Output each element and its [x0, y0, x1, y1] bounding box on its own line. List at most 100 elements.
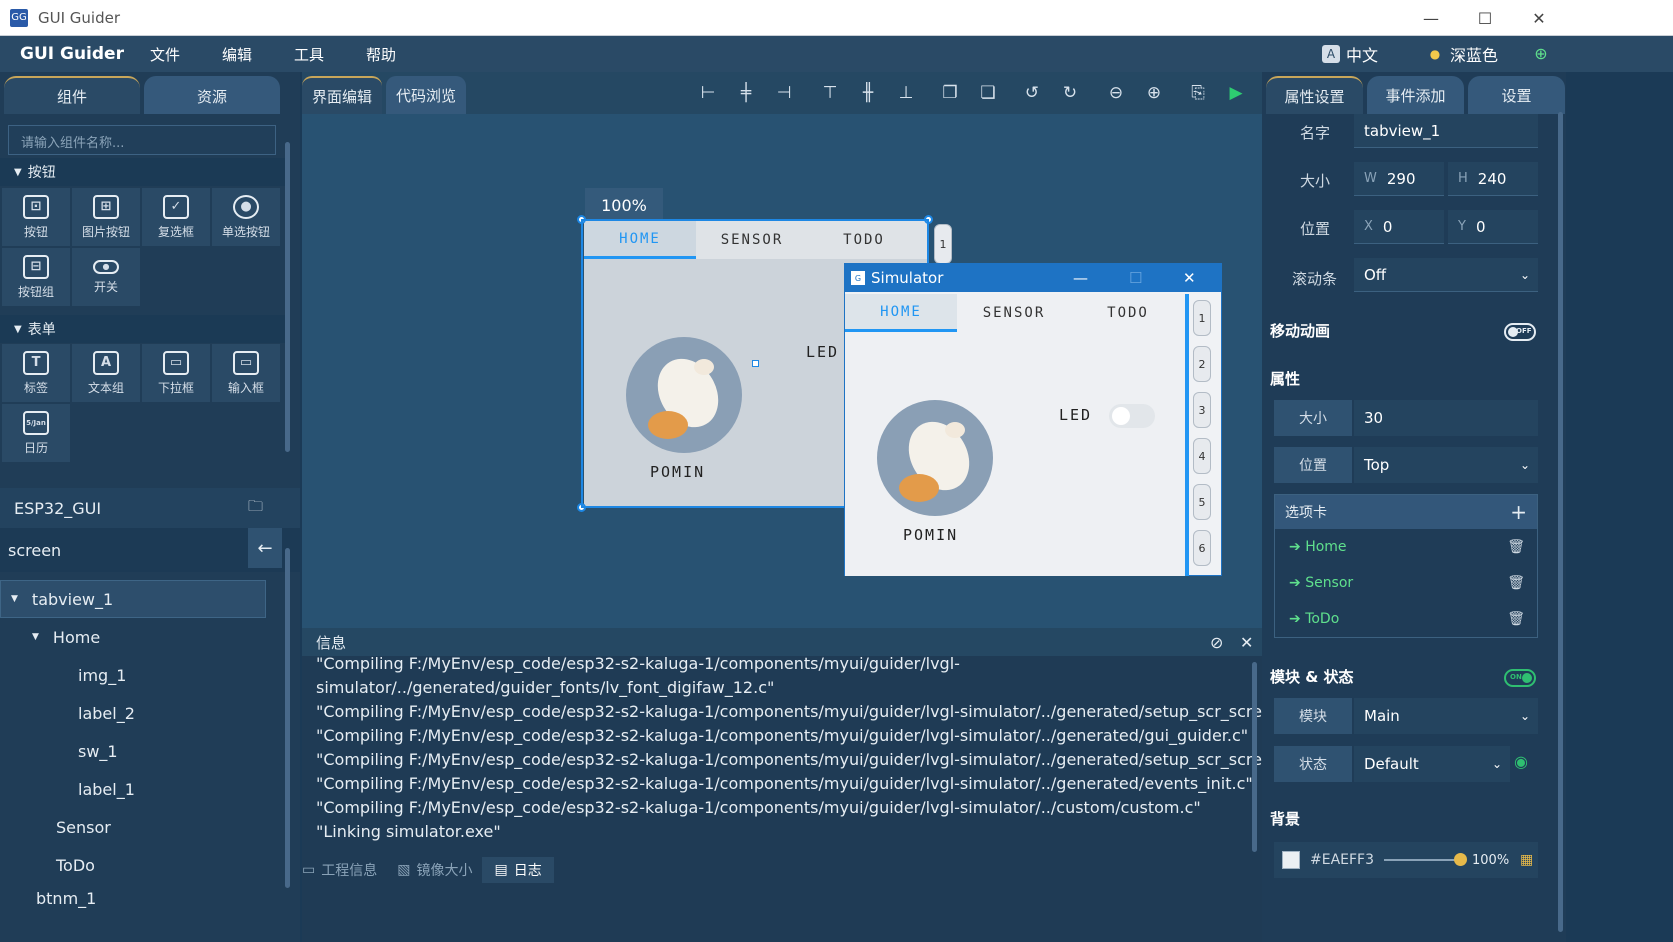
tab-events[interactable]: 事件添加	[1367, 76, 1464, 114]
sim-btnm-2[interactable]: 2	[1193, 346, 1211, 382]
y-input[interactable]: Y0	[1448, 210, 1538, 244]
sim-btnm-6[interactable]: 6	[1193, 530, 1211, 566]
simulator-maximize-button[interactable]: ☐	[1129, 269, 1142, 287]
widget-button-group[interactable]: ⊟ 按钮组	[2, 248, 70, 306]
menu-file[interactable]: 文件	[150, 44, 180, 65]
component-search-input[interactable]: 请输入组件名称...	[8, 125, 276, 155]
sim-led-switch[interactable]	[1109, 404, 1155, 428]
tree-item-tabview[interactable]: ▼ tabview_1	[0, 580, 266, 618]
resize-handle-bl[interactable]	[577, 503, 586, 512]
widget-checkbox[interactable]: ✓ 复选框	[142, 188, 210, 246]
editor-tab-todo[interactable]: TODO	[808, 221, 920, 259]
add-tab-icon[interactable]: +	[1510, 500, 1527, 524]
editor-tab-sensor[interactable]: SENSOR	[696, 221, 808, 259]
sim-tab-home[interactable]: HOME	[845, 294, 957, 332]
close-button[interactable]: ✕	[1511, 0, 1567, 36]
sim-cat-image[interactable]	[877, 400, 993, 516]
maximize-button[interactable]: ☐	[1457, 0, 1513, 36]
simulator-minimize-button[interactable]: —	[1073, 269, 1088, 287]
height-input[interactable]: H 240	[1448, 162, 1538, 196]
sim-btnm-1[interactable]: 1	[1193, 300, 1211, 336]
section-buttons-header[interactable]: ▼ 按钮	[0, 158, 285, 186]
screen-name[interactable]: screen	[8, 541, 61, 560]
sim-tab-sensor[interactable]: SENSOR	[957, 294, 1071, 332]
tab-settings[interactable]: 设置	[1468, 76, 1565, 114]
tree-scrollbar[interactable]	[285, 548, 290, 888]
tab-entry-todo[interactable]: ➔ ToDo 🗑	[1275, 601, 1537, 637]
tree-item-home[interactable]: ▼ Home	[0, 618, 300, 656]
globe-button[interactable]: ⊕	[1532, 36, 1550, 72]
scrollbar-select[interactable]: Off ⌄	[1354, 258, 1538, 292]
widget-calendar[interactable]: 5/Jan 日历	[2, 404, 70, 462]
module-toggle[interactable]: ON	[1504, 669, 1536, 687]
align-left-icon[interactable]: ⊢	[696, 81, 720, 105]
align-center-v-icon[interactable]: ╫	[856, 81, 880, 105]
tab-properties[interactable]: 属性设置	[1266, 76, 1363, 114]
sim-tabview[interactable]: HOME SENSOR TODO POMIN LED	[845, 294, 1185, 576]
tab-entry-home[interactable]: ➔ Home 🗑	[1275, 529, 1537, 565]
theme-switch[interactable]: ● 深蓝色	[1426, 36, 1498, 72]
led-label[interactable]: LED	[806, 343, 839, 361]
resize-handle-tl[interactable]	[577, 215, 586, 224]
align-right-icon[interactable]: ⊣	[772, 81, 796, 105]
widget-dropdown[interactable]: ▭ 下拉框	[142, 344, 210, 402]
trash-icon[interactable]: 🗑	[1507, 539, 1525, 555]
align-center-h-icon[interactable]: ╪	[734, 81, 758, 105]
trash-icon[interactable]: 🗑	[1507, 611, 1525, 627]
attr-pos-select[interactable]: Top ⌄	[1354, 447, 1538, 483]
widget-switch[interactable]: ● 开关	[72, 248, 140, 306]
log-scrollbar[interactable]	[1252, 662, 1257, 852]
zoom-in-icon[interactable]: ⊕	[1142, 81, 1166, 105]
align-top-icon[interactable]: ⊤	[818, 81, 842, 105]
attr-size-input[interactable]: 30	[1354, 400, 1538, 436]
run-icon[interactable]: ▶	[1224, 81, 1248, 105]
sim-btnm-4[interactable]: 4	[1193, 438, 1211, 474]
tab-components[interactable]: 组件	[4, 76, 140, 114]
tab-resources[interactable]: 资源	[144, 76, 280, 114]
editor-btnm-button-1[interactable]: 1	[934, 224, 952, 264]
name-input[interactable]: tabview_1	[1354, 114, 1538, 148]
widget-label[interactable]: T 标签	[2, 344, 70, 402]
menu-tools[interactable]: 工具	[294, 44, 324, 65]
tree-item-sw1[interactable]: sw_1	[0, 732, 300, 770]
tree-item-label1[interactable]: label_1	[0, 770, 300, 808]
sim-tab-todo[interactable]: TODO	[1071, 294, 1185, 332]
x-input[interactable]: X0	[1354, 210, 1444, 244]
send-back-icon[interactable]: ❏	[976, 81, 1000, 105]
generate-code-icon[interactable]: ⎘	[1186, 81, 1210, 105]
align-bottom-icon[interactable]: ⊥	[894, 81, 918, 105]
minimize-button[interactable]: —	[1403, 0, 1459, 36]
state-select[interactable]: Default ⌄	[1354, 746, 1510, 782]
simulator-window[interactable]: G Simulator — ☐ ✕ HOME SENSOR TODO POMIN…	[844, 263, 1222, 576]
menu-edit[interactable]: 编辑	[222, 44, 252, 65]
widget-scrollbar[interactable]	[285, 142, 290, 452]
bg-color-value[interactable]: #EAEFF3	[1310, 852, 1374, 868]
bg-color-swatch[interactable]	[1282, 851, 1300, 869]
tree-item-sensor[interactable]: Sensor	[0, 808, 300, 846]
folder-icon[interactable]: 🗀	[248, 496, 263, 521]
language-switch[interactable]: A 中文	[1322, 36, 1378, 72]
resize-handle-tr[interactable]	[924, 215, 933, 224]
cat-image[interactable]	[626, 337, 742, 453]
widget-image-button[interactable]: ⊞ 图片按钮	[72, 188, 140, 246]
tab-entry-sensor[interactable]: ➔ Sensor 🗑	[1275, 565, 1537, 601]
tree-item-btnm[interactable]: btnm_1	[0, 884, 300, 908]
clear-log-icon[interactable]: ⊘	[1210, 633, 1223, 652]
anim-toggle[interactable]: OFF	[1504, 323, 1536, 341]
redo-icon[interactable]: ↻	[1058, 81, 1082, 105]
tree-item-img1[interactable]: img_1	[0, 656, 300, 694]
opacity-slider-track[interactable]	[1384, 859, 1458, 861]
editor-tab-home[interactable]: HOME	[584, 221, 696, 259]
back-arrow-icon[interactable]: ←	[248, 528, 282, 568]
tab-log[interactable]: ▤ 日志	[482, 857, 554, 883]
bring-front-icon[interactable]: ❐	[938, 81, 962, 105]
zoom-out-icon[interactable]: ⊖	[1104, 81, 1128, 105]
pomin-label[interactable]: POMIN	[650, 463, 705, 481]
menu-help[interactable]: 帮助	[366, 44, 396, 65]
tab-project-info[interactable]: ▭ 工程信息	[292, 860, 387, 880]
sim-btnm-5[interactable]: 5	[1193, 484, 1211, 520]
tree-item-label2[interactable]: label_2	[0, 694, 300, 732]
widget-input[interactable]: ▭ 输入框	[212, 344, 280, 402]
right-scrollbar[interactable]	[1558, 112, 1563, 932]
section-form-header[interactable]: ▼ 表单	[0, 315, 285, 343]
